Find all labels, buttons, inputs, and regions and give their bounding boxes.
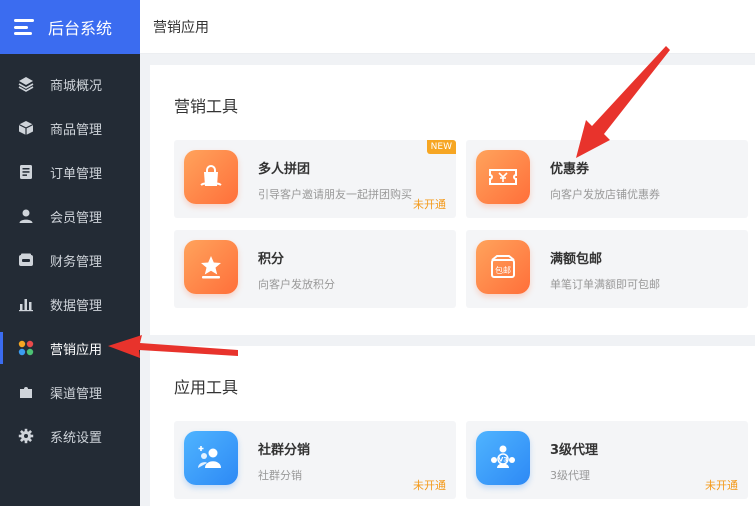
marketing-tools-panel: 营销工具 多人拼团 引导客户邀请朋友一起拼团购买 未开通 NEW 优惠券 向客户… — [150, 65, 755, 335]
sidebar-item-label: 渠道管理 — [50, 386, 103, 402]
sidebar-item-data[interactable]: 数据管理 — [0, 282, 140, 326]
document-icon — [18, 164, 34, 180]
card-title: 积分 — [258, 252, 285, 267]
shipping-icon-text: 包邮 — [495, 265, 511, 275]
section-title-apps: 应用工具 — [174, 378, 239, 397]
app-title: 后台系统 — [48, 19, 113, 38]
card-points[interactable]: 积分 向客户发放积分 — [174, 230, 456, 308]
sidebar: 后台系统 商城概况 商品管理 订单管理 会员管理 财务管理 数据管理 营销应用 … — [0, 0, 140, 506]
gear-icon — [18, 428, 34, 444]
card-community-distribution[interactable]: 社群分销 社群分销 未开通 — [174, 421, 456, 499]
sidebar-item-marketing[interactable]: 营销应用 — [0, 326, 140, 370]
status-not-activated: 未开通 — [705, 479, 738, 492]
sidebar-item-label: 财务管理 — [50, 254, 103, 270]
sidebar-item-settings[interactable]: 系统设置 — [0, 414, 140, 458]
sidebar-item-orders[interactable]: 订单管理 — [0, 150, 140, 194]
sidebar-nav: 商城概况 商品管理 订单管理 会员管理 财务管理 数据管理 营销应用 渠道管理 … — [0, 54, 140, 458]
card-title: 3级代理 — [550, 443, 599, 458]
section-title-marketing: 营销工具 — [174, 97, 239, 116]
cube-icon — [18, 120, 34, 136]
shopping-bag-icon — [184, 150, 238, 204]
card-description: 向客户发放店铺优惠券 — [550, 188, 660, 201]
puzzle-icon — [18, 384, 34, 400]
sidebar-item-members[interactable]: 会员管理 — [0, 194, 140, 238]
agent-v3-icon: V3 — [476, 431, 530, 485]
sidebar-item-label: 商城概况 — [50, 78, 103, 94]
brand-bar: 后台系统 — [0, 0, 140, 54]
sidebar-item-label: 营销应用 — [50, 342, 103, 358]
sidebar-item-label: 商品管理 — [50, 122, 103, 138]
coupon-icon — [476, 150, 530, 204]
hamburger-menu-icon[interactable] — [14, 19, 34, 35]
top-header: 营销应用 — [140, 0, 755, 54]
sidebar-item-label: 系统设置 — [50, 430, 103, 446]
card-free-shipping[interactable]: 包邮 满额包邮 单笔订单满额即可包邮 — [466, 230, 748, 308]
status-not-activated: 未开通 — [413, 479, 446, 492]
card-group-buy[interactable]: 多人拼团 引导客户邀请朋友一起拼团购买 未开通 NEW — [174, 140, 456, 218]
card-title: 满额包邮 — [550, 252, 603, 267]
card-title: 社群分销 — [258, 443, 311, 458]
sidebar-item-label: 数据管理 — [50, 298, 103, 314]
agent-icon-text: V3 — [498, 456, 508, 464]
group-icon — [184, 431, 238, 485]
star-icon — [184, 240, 238, 294]
sidebar-item-label: 会员管理 — [50, 210, 103, 226]
card-three-level-agent[interactable]: V3 3级代理 3级代理 未开通 — [466, 421, 748, 499]
sidebar-item-label: 订单管理 — [50, 166, 103, 182]
sidebar-item-finance[interactable]: 财务管理 — [0, 238, 140, 282]
card-description: 单笔订单满额即可包邮 — [550, 278, 660, 291]
app-tools-panel: 应用工具 社群分销 社群分销 未开通 V3 3级代理 3级代理 未开通 — [150, 346, 755, 506]
card-description: 社群分销 — [258, 469, 302, 482]
sidebar-item-overview[interactable]: 商城概况 — [0, 62, 140, 106]
status-not-activated: 未开通 — [413, 198, 446, 211]
user-icon — [18, 208, 34, 224]
free-shipping-icon: 包邮 — [476, 240, 530, 294]
page-title: 营销应用 — [153, 19, 209, 36]
card-description: 引导客户邀请朋友一起拼团购买 — [258, 188, 412, 201]
card-title: 多人拼团 — [258, 162, 311, 177]
card-description: 3级代理 — [550, 469, 590, 482]
new-badge: NEW — [426, 140, 456, 154]
card-title: 优惠券 — [550, 162, 590, 177]
card-coupon[interactable]: 优惠券 向客户发放店铺优惠券 — [466, 140, 748, 218]
wallet-icon — [18, 252, 34, 268]
layers-icon — [18, 76, 34, 92]
card-description: 向客户发放积分 — [258, 278, 335, 291]
sidebar-item-products[interactable]: 商品管理 — [0, 106, 140, 150]
apps-icon — [18, 340, 34, 356]
sidebar-item-channels[interactable]: 渠道管理 — [0, 370, 140, 414]
bar-chart-icon — [18, 296, 34, 312]
